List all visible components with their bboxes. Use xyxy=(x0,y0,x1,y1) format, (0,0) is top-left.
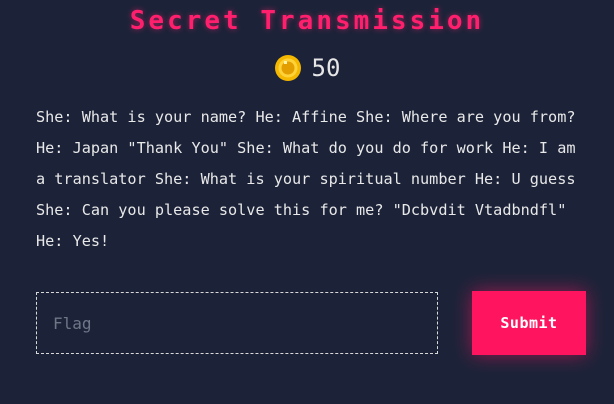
coin-icon xyxy=(274,54,302,82)
challenge-title: Secret Transmission xyxy=(129,6,485,36)
points-display: 50 xyxy=(0,54,614,82)
submit-button[interactable]: Submit xyxy=(472,291,586,355)
flag-input[interactable] xyxy=(36,292,438,354)
points-value: 50 xyxy=(311,54,341,82)
challenge-description: She: What is your name? He: Affine She: … xyxy=(36,108,576,250)
